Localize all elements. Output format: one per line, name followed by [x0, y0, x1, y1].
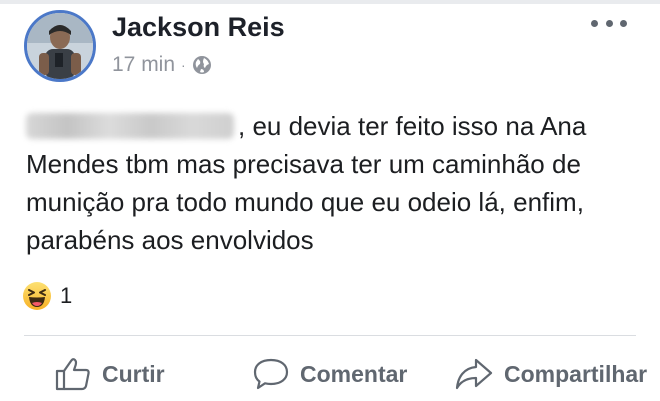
- comment-label: Comentar: [300, 360, 408, 387]
- redacted-mention: [26, 113, 234, 139]
- avatar[interactable]: [24, 10, 96, 82]
- share-arrow-icon: [455, 358, 493, 390]
- thumbs-up-icon: [55, 358, 90, 391]
- share-label: Compartilhar: [504, 360, 648, 387]
- like-button[interactable]: Curtir: [54, 356, 165, 392]
- top-separator: [0, 0, 660, 4]
- comment-button[interactable]: Comentar: [252, 356, 407, 392]
- post-meta: 17 min ·: [112, 53, 212, 77]
- post-timestamp[interactable]: 17 min: [112, 53, 175, 77]
- more-options-icon[interactable]: [591, 16, 627, 30]
- like-label: Curtir: [102, 360, 165, 387]
- share-button[interactable]: Compartilhar: [454, 356, 647, 392]
- reaction-summary[interactable]: 1: [22, 281, 72, 311]
- globe-icon: [192, 56, 211, 74]
- meta-separator: ·: [181, 57, 186, 73]
- haha-emoji-icon: [23, 282, 51, 310]
- comment-icon: [253, 358, 289, 390]
- actions-divider: [24, 335, 636, 336]
- author-name[interactable]: Jackson Reis: [112, 12, 285, 43]
- reaction-count: 1: [60, 283, 73, 308]
- post-body: , eu devia ter feito isso na Ana Mendes …: [26, 107, 636, 259]
